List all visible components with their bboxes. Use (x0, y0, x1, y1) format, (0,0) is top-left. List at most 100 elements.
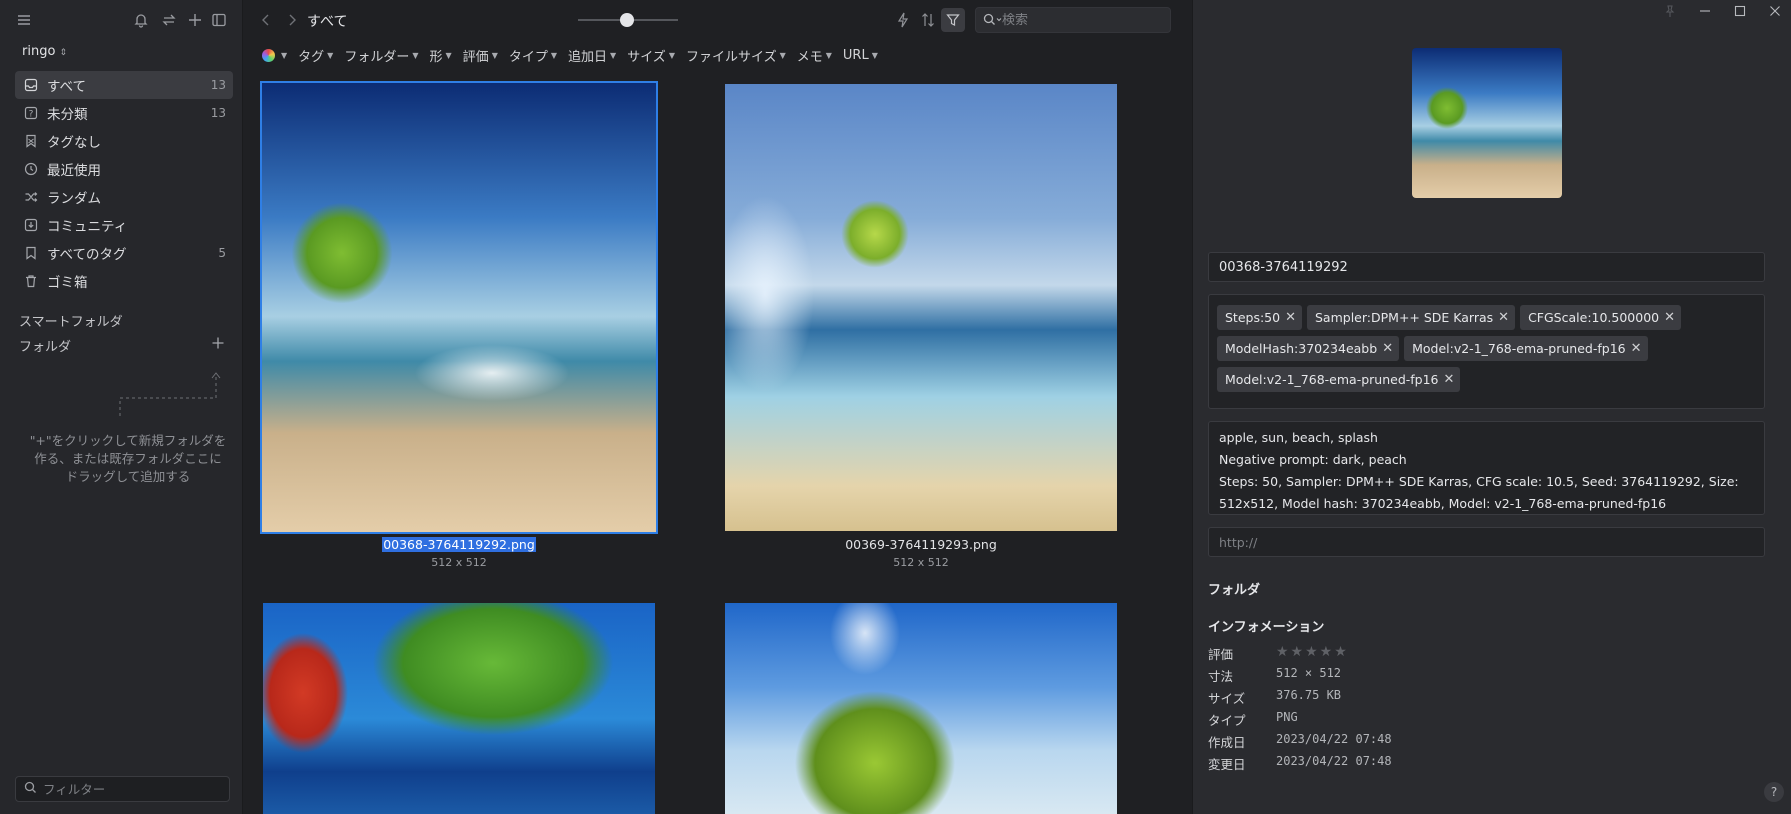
chevron-down-icon: ▼ (327, 50, 334, 60)
forward-icon[interactable] (284, 11, 300, 33)
sidebar-nav: すべて 13 ? 未分類 13 タグなし 最近使用 ランダム コミュニティ すべ… (15, 71, 233, 295)
sidebar-filter (15, 776, 230, 802)
sidebar-item-label: すべて (47, 79, 87, 95)
search-input[interactable] (1002, 12, 1152, 28)
remove-tag-icon[interactable]: ✕ (1444, 372, 1455, 387)
sort-icon[interactable] (920, 11, 936, 33)
sort-updown-icon: ⇕ (59, 48, 68, 58)
filter-color[interactable]: ▼ (262, 48, 287, 62)
bookmark-icon (24, 246, 38, 260)
sidebar-item-all-tags[interactable]: すべてのタグ 5 (15, 239, 233, 267)
rating-stars[interactable]: ★★★★★ (1276, 644, 1349, 660)
sidebar: ringo ⇕ すべて 13 ? 未分類 13 タグなし 最近使用 ランダム コ… (0, 0, 243, 814)
sidebar-item-count: 5 (218, 246, 226, 260)
thumbnail-image[interactable] (260, 81, 658, 534)
info-section-heading: インフォメーション (1208, 620, 1325, 635)
filter-type[interactable]: タイプ ▼ (509, 46, 557, 65)
maximize-icon[interactable] (1734, 4, 1746, 22)
tag-chip[interactable]: Model:v2-1_768-ema-pruned-fp16 ✕ (1217, 367, 1461, 392)
close-icon[interactable] (1769, 4, 1781, 22)
sidebar-item-label: 最近使用 (47, 163, 101, 179)
filter-file-size[interactable]: ファイルサイズ ▼ (686, 46, 786, 65)
remove-tag-icon[interactable]: ✕ (1498, 310, 1509, 325)
notes-field[interactable]: apple, sun, beach, splash Negative promp… (1208, 421, 1765, 515)
info-key: 変更日 (1208, 757, 1246, 772)
tag-chip[interactable]: Steps:50 ✕ (1217, 305, 1302, 330)
thumbnail-dimensions: 512 x 512 (431, 556, 487, 569)
sidebar-item-recent[interactable]: 最近使用 (15, 155, 233, 183)
smart-folder-heading[interactable]: スマートフォルダ (19, 311, 123, 330)
sidebar-item-random[interactable]: ランダム (15, 183, 233, 211)
menu-icon[interactable] (15, 11, 33, 29)
info-key: 寸法 (1208, 669, 1234, 684)
tag-chip[interactable]: Model:v2-1_768-ema-pruned-fp16 ✕ (1404, 336, 1648, 361)
filter-folder[interactable]: フォルダー ▼ (344, 46, 418, 65)
library-switcher[interactable]: ringo ⇕ (22, 44, 67, 59)
remove-tag-icon[interactable]: ✕ (1382, 341, 1393, 356)
question-box-icon: ? (24, 106, 38, 120)
tags-editor[interactable]: Steps:50 ✕ Sampler:DPM++ SDE Karras ✕ CFGS… (1208, 294, 1765, 409)
filter-label: メモ (796, 49, 823, 65)
search-box (975, 7, 1171, 33)
tag-chip[interactable]: ModelHash:370234eabb ✕ (1217, 336, 1400, 361)
tag-label: Steps:50 (1225, 310, 1281, 325)
back-icon[interactable] (258, 11, 274, 33)
zoom-slider-handle[interactable] (620, 13, 634, 27)
filter-memo[interactable]: メモ ▼ (797, 46, 832, 65)
file-name-field[interactable]: 00368-3764119292 (1208, 252, 1765, 282)
clock-icon (24, 162, 38, 176)
tag-chip[interactable]: CFGScale:10.500000 ✕ (1520, 305, 1682, 330)
filter-tag[interactable]: タグ ▼ (298, 46, 333, 65)
sidebar-item-untagged[interactable]: タグなし (15, 127, 233, 155)
panel-toggle-icon[interactable] (210, 11, 228, 29)
thumbnail-filename[interactable]: 00369-3764119293.png (725, 537, 1117, 552)
chevron-down-icon: ▼ (491, 50, 498, 60)
notes-line: 512x512, Model hash: 370234eabb, Model: … (1219, 496, 1667, 511)
lightning-icon[interactable] (895, 11, 911, 33)
filter-size[interactable]: サイズ ▼ (627, 46, 675, 65)
filter-input[interactable] (43, 781, 223, 797)
remove-tag-icon[interactable]: ✕ (1285, 310, 1296, 325)
sidebar-item-count: 13 (210, 78, 226, 92)
filter-bar: ▼ タグ ▼ フォルダー ▼ 形 ▼ 評価 ▼ タイプ ▼ 追加日 ▼ サイズ ▼ ファイルサ… (262, 44, 889, 66)
filter-icon[interactable] (941, 8, 965, 32)
sidebar-item-label: ランダム (47, 191, 101, 207)
remove-tag-icon[interactable]: ✕ (1664, 310, 1675, 325)
minimize-icon[interactable] (1699, 4, 1711, 22)
info-key: 評価 (1208, 647, 1234, 662)
info-row-type: タイプ PNG (1208, 710, 1508, 730)
folder-heading[interactable]: フォルダ (19, 336, 71, 355)
sidebar-toolbar (0, 0, 243, 40)
folder-section-heading: フォルダ (1208, 583, 1261, 598)
bell-icon[interactable] (132, 11, 150, 29)
hint-line: 作る、または既存フォルダここに (34, 451, 222, 466)
preview-image[interactable] (1412, 48, 1562, 198)
filter-label: URL (842, 47, 869, 63)
url-input[interactable] (1219, 534, 1749, 550)
add-folder-icon[interactable] (211, 336, 225, 354)
svg-text:?: ? (29, 110, 34, 120)
remove-tag-icon[interactable]: ✕ (1631, 341, 1642, 356)
filter-label: 追加日 (568, 49, 608, 65)
thumbnail-filename[interactable]: 00368-3764119292.png (263, 537, 655, 552)
thumbnail-image[interactable] (725, 84, 1117, 531)
sidebar-item-trash[interactable]: ゴミ箱 (15, 267, 233, 295)
pin-icon[interactable] (1664, 4, 1676, 22)
sidebar-item-community[interactable]: コミュニティ (15, 211, 233, 239)
filter-shape[interactable]: 形 ▼ (430, 46, 452, 65)
main-toolbar: すべて (244, 0, 1191, 40)
filter-label: タイプ (508, 49, 548, 65)
breadcrumb: すべて (307, 14, 348, 30)
tag-chip[interactable]: Sampler:DPM++ SDE Karras ✕ (1307, 305, 1516, 330)
sidebar-item-label: 未分類 (47, 107, 88, 123)
thumbnail-image[interactable] (725, 603, 1117, 814)
sidebar-item-uncategorized[interactable]: ? 未分類 13 (15, 99, 233, 127)
help-button[interactable]: ? (1764, 782, 1784, 802)
plus-icon[interactable] (186, 11, 204, 29)
sidebar-item-all[interactable]: すべて 13 (15, 71, 233, 99)
filter-added-date[interactable]: 追加日 ▼ (568, 46, 616, 65)
thumbnail-image[interactable] (263, 603, 655, 814)
filter-rating[interactable]: 評価 ▼ (463, 46, 498, 65)
swap-icon[interactable] (160, 11, 178, 29)
filter-url[interactable]: URL ▼ (843, 48, 878, 63)
